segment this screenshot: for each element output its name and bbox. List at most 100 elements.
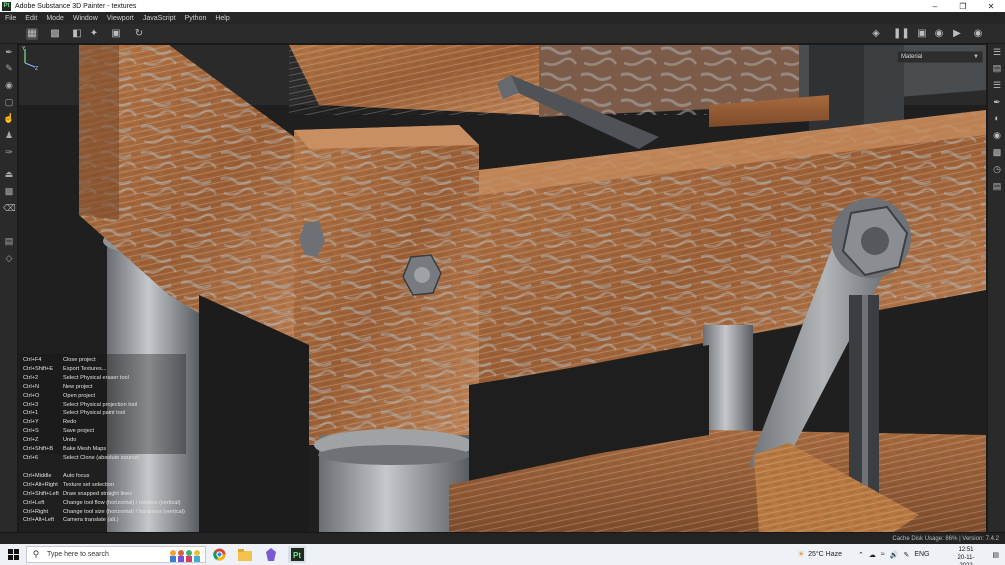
layers-icon[interactable]: ☰ — [991, 46, 1003, 58]
shortcut-row: Ctrl+Shift+Left Draw snapped straight lin… — [23, 490, 133, 497]
polygon-fill-icon[interactable]: ▢ — [3, 96, 15, 108]
menu-edit[interactable]: Edit — [20, 15, 41, 22]
shortcut-row: Ctrl+N New project — [23, 383, 93, 390]
frame-icon[interactable]: ▣ — [110, 28, 122, 40]
cache-version-status: Cache Disk Usage: 86% | Version: 7.4.2 — [892, 536, 999, 542]
tray-icons: ⌃ ☁ ≈ 🔊 ✎ ENG — [858, 544, 929, 565]
shortcut-row: Ctrl+Shift+E Export Textures... — [23, 365, 107, 372]
log-icon[interactable]: ▤ — [991, 180, 1003, 192]
shortcut-row: Ctrl+2 Select Physical eraser tool — [23, 374, 129, 381]
chevron-up-icon[interactable]: ⌃ — [858, 551, 864, 559]
color-picker-icon[interactable]: ✑ — [3, 146, 15, 158]
file-explorer-icon[interactable] — [236, 546, 254, 563]
viewer-icon[interactable]: ▩ — [991, 146, 1003, 158]
clock-date: 20-11-2022 — [957, 555, 975, 565]
paint-brush-icon[interactable]: ✒ — [3, 46, 15, 58]
shortcut-row: Ctrl+Y Redo — [23, 419, 77, 426]
restore-icon[interactable]: ❐ — [949, 0, 977, 12]
windows-taskbar: ⚲ Type here to search Pt ☀ 25°C Haze ⌃ ☁… — [0, 544, 1005, 565]
shortcut-row: Ctrl+Alt+Left Camera translate (alt.) — [23, 517, 119, 524]
weather-text: 25°C Haze — [808, 551, 843, 558]
shortcut-row: Ctrl+Right Change tool size (horizontal) … — [23, 508, 185, 515]
sphere-icon[interactable]: ◉ — [933, 28, 945, 40]
toolbar: ▦ ▩ ◧ ✦ ▣ ↻ ◈ ❚❚ ▣ ◉ ▶ ◉ — [0, 24, 1005, 44]
language-indicator[interactable]: ENG — [914, 551, 929, 558]
chrome-icon[interactable] — [210, 546, 228, 563]
menu-window[interactable]: Window — [68, 15, 102, 22]
substance-painter-icon[interactable]: Pt — [288, 546, 306, 563]
display-settings-icon[interactable]: ◐ — [991, 112, 1003, 124]
projection-icon[interactable]: ◉ — [3, 79, 15, 91]
wifi-icon[interactable]: ≈ — [881, 551, 885, 558]
shortcut-row: Ctrl+Shift+B Bake Mesh Maps — [23, 446, 107, 453]
shortcut-row: Ctrl+Z Undo — [23, 437, 77, 444]
gizmo-z-label: Z — [35, 66, 38, 71]
eraser-icon[interactable]: ✎ — [3, 62, 15, 74]
weather-icon: ☀ — [797, 549, 806, 559]
shortcut-row: Ctrl+3 Select Physical projection tool — [23, 401, 138, 408]
system-clock[interactable]: 12:51 20-11-2022 — [951, 546, 981, 565]
view-cube-icon[interactable]: ▣ — [916, 28, 928, 40]
smudge-icon[interactable]: ☝ — [3, 112, 15, 124]
history-icon[interactable]: ◷ — [991, 163, 1003, 175]
brush-icon[interactable]: ✒ — [991, 96, 1003, 108]
shortcut-row: Ctrl+Alt+Right Texture set selection — [23, 481, 114, 488]
grid-2x2-icon[interactable]: ▦ — [26, 28, 38, 40]
chevron-down-icon: ▼ — [973, 54, 979, 60]
bake-tool-icon[interactable]: ⏏ — [3, 168, 15, 180]
notifications-icon[interactable]: ▤ — [992, 544, 999, 565]
grid-3x3-icon[interactable]: ▩ — [49, 28, 61, 40]
volume-icon[interactable]: 🔊 — [890, 551, 899, 559]
search-icon: ⚲ — [32, 549, 40, 559]
rotate-icon[interactable]: ↻ — [133, 28, 145, 40]
shortcut-row: Ctrl+Middle Auto focus — [23, 472, 90, 479]
texture-set-icon[interactable]: ▩ — [3, 185, 15, 197]
shortcut-row: Ctrl+1 Select Physical paint tool — [23, 410, 126, 417]
svg-text:Pt: Pt — [293, 551, 301, 560]
mirror-icon[interactable]: ◧ — [71, 28, 83, 40]
channel-dropdown[interactable]: Material ▼ — [897, 51, 983, 63]
status-bar: Cache Disk Usage: 86% | Version: 7.4.2 — [0, 532, 1005, 544]
shader-icon[interactable]: ◉ — [991, 129, 1003, 141]
obsidian-icon[interactable] — [262, 546, 280, 563]
delete-icon[interactable]: ⌫ — [3, 202, 16, 214]
screenshot-icon[interactable]: ◉ — [972, 28, 984, 40]
menu-mode[interactable]: Mode — [41, 15, 68, 22]
layer-stack-icon[interactable]: ☰ — [991, 79, 1003, 91]
menu-help[interactable]: Help — [210, 15, 233, 22]
bake-icon[interactable]: ◈ — [870, 28, 882, 40]
network-icon[interactable]: ☁ — [869, 551, 876, 559]
menu-bar: File Edit Mode Window Viewport JavaScrip… — [0, 12, 1005, 24]
menu-viewport[interactable]: Viewport — [102, 15, 138, 22]
axis-gizmo-icon: Y Z — [22, 46, 38, 71]
menu-file[interactable]: File — [0, 15, 20, 22]
right-toolbar: ☰ ▤ ☰ ✒ ◐ ◉ ▩ ◷ ▤ — [987, 44, 1005, 532]
shortcut-row: Ctrl+Left Change tool flow (horizontal) /… — [23, 499, 181, 506]
minimize-icon[interactable]: – — [921, 0, 949, 12]
shelf-icon[interactable]: ◇ — [3, 252, 15, 264]
pen-icon[interactable]: ✎ — [903, 551, 909, 559]
clone-icon[interactable]: ♟ — [3, 129, 15, 141]
3d-viewport[interactable]: Material ▼ Ctrl+F4 Close project Ctrl+Shi… — [19, 45, 986, 532]
shortcut-row: Ctrl+O Open project — [23, 392, 96, 399]
shortcuts-overlay: Ctrl+F4 Close project Ctrl+Shift+E Export … — [20, 354, 199, 525]
shortcut-row: Ctrl+F4 Close project — [23, 357, 96, 363]
title-bar: Pt Adobe Substance 3D Painter - textures… — [0, 0, 1005, 12]
menu-python[interactable]: Python — [180, 15, 211, 22]
pause-icon[interactable]: ❚❚ — [893, 28, 910, 40]
people-icon[interactable] — [168, 546, 204, 563]
shortcut-row: Ctrl+S Save project — [23, 428, 95, 435]
texture-set-list-icon[interactable]: ▤ — [991, 62, 1003, 74]
close-icon[interactable]: ✕ — [977, 0, 1005, 12]
export-icon[interactable]: ▤ — [3, 235, 15, 247]
shortcut-row: Ctrl+6 Select Clone (absolute source) — [23, 454, 140, 461]
left-toolbar: ✒ ✎ ◉ ▢ ☝ ♟ ✑ ⏏ ▩ ⌫ ▤ ◇ — [0, 44, 18, 532]
symmetry-icon[interactable]: ✦ — [88, 28, 100, 40]
windows-start-icon[interactable] — [8, 549, 19, 560]
menu-javascript[interactable]: JavaScript — [138, 15, 180, 22]
channel-dropdown-label: Material — [901, 54, 923, 60]
clock-time: 12:51 — [958, 547, 974, 553]
camera-icon[interactable]: ▶ — [951, 28, 963, 40]
search-placeholder: Type here to search — [47, 551, 109, 558]
weather-widget[interactable]: ☀ 25°C Haze — [797, 544, 842, 565]
